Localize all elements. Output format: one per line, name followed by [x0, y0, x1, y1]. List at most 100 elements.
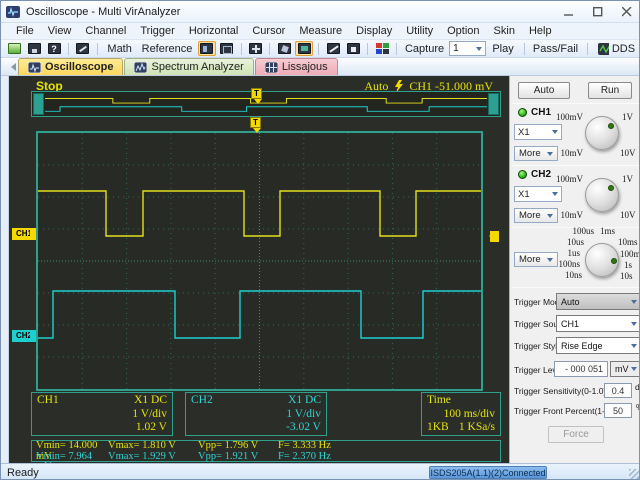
menu-item-display[interactable]: Display — [349, 24, 399, 38]
trigger-level-unit-combobox[interactable]: mV — [610, 361, 639, 377]
ch2-info-name: CH2 — [191, 394, 213, 406]
trigger-time-marker-main[interactable]: T — [250, 117, 261, 133]
preview-ch1-trace — [45, 98, 487, 104]
menu-item-file[interactable]: File — [9, 24, 41, 38]
diagonal-line-icon — [326, 43, 340, 54]
menu-item-trigger[interactable]: Trigger — [133, 24, 181, 38]
trigger-level-field[interactable]: - 000 051 — [554, 361, 608, 377]
left-splitter[interactable] — [1, 76, 9, 463]
ch1-led-icon[interactable] — [518, 108, 527, 117]
menu-item-view[interactable]: View — [41, 24, 79, 38]
menubar: File View Channel Trigger Horizontal Cursor Me… — [1, 23, 639, 40]
menu-item-option[interactable]: Option — [440, 24, 486, 38]
capture-label: Capture — [404, 42, 445, 55]
stop-draw-button[interactable] — [344, 41, 362, 56]
knob-indicator-dot — [611, 258, 617, 264]
trigger-front-field[interactable]: 50 — [604, 403, 632, 418]
ch1-volts-knob[interactable] — [585, 116, 619, 150]
tab-spectrum-analyzer[interactable]: Spectrum Analyzer — [124, 58, 254, 75]
tab-scroll-left-button[interactable] — [4, 59, 18, 75]
tools-button[interactable] — [74, 41, 92, 56]
maximize-button[interactable] — [583, 1, 612, 22]
ch2-position-marker[interactable]: CH2 — [12, 330, 36, 342]
trigger-front-label: Trigger Front Percent(1-99) — [514, 406, 618, 416]
ch1-info-name: CH1 — [37, 394, 59, 406]
ch2-more-label: More — [519, 210, 541, 221]
math-button[interactable]: Math — [103, 41, 137, 56]
open-button[interactable] — [5, 41, 23, 56]
waveform-preview-strip[interactable] — [31, 91, 501, 117]
tab-oscilloscope[interactable]: Oscilloscope — [18, 58, 124, 75]
passfail-button[interactable]: Pass/Fail — [529, 41, 581, 56]
timebase-more-label: More — [519, 254, 541, 265]
time-knob-label-1s: 1s — [624, 260, 633, 270]
trigger-sensitivity-field[interactable]: 0.4 — [604, 383, 632, 398]
chevron-down-icon — [631, 321, 637, 329]
minimize-button[interactable] — [554, 1, 583, 22]
trigger-style-combobox[interactable]: Rise Edge — [556, 337, 639, 354]
menu-item-measure[interactable]: Measure — [292, 24, 349, 38]
capture-count-combobox[interactable]: 1 — [449, 41, 486, 56]
preview-left-handle[interactable] — [33, 93, 44, 115]
dds-button[interactable]: DDS — [592, 41, 639, 56]
ch2-more-button[interactable]: More — [514, 208, 558, 223]
ch2-volts-knob[interactable] — [585, 178, 619, 212]
rotate-display-button[interactable] — [275, 41, 293, 56]
auto-button[interactable]: Auto — [518, 82, 570, 99]
time-knob-label-10us: 10us — [566, 237, 584, 247]
chevron-down-icon — [547, 151, 553, 159]
app-window: Oscilloscope - Multi VirAnalyzer File Vie… — [0, 0, 640, 480]
time-info-depth: 1KB — [427, 421, 449, 433]
close-button[interactable] — [612, 1, 639, 22]
chevron-down-icon — [547, 257, 553, 265]
trigger-mode-combobox[interactable]: Auto — [556, 293, 639, 310]
chevron-down-icon — [552, 192, 558, 199]
preview-right-handle[interactable] — [488, 93, 499, 115]
trigger-source-combobox[interactable]: CH1 — [556, 315, 639, 332]
ch2-led-icon[interactable] — [518, 170, 527, 179]
timebase-knob[interactable] — [585, 243, 619, 277]
menu-item-horizontal[interactable]: Horizontal — [182, 24, 246, 38]
menu-item-utility[interactable]: Utility — [399, 24, 440, 38]
menu-item-channel[interactable]: Channel — [78, 24, 133, 38]
help-button[interactable]: ? — [45, 41, 63, 56]
screen-button[interactable] — [295, 41, 314, 56]
ch2-probe-combobox[interactable]: X1 — [514, 186, 562, 202]
help-icon: ? — [47, 43, 61, 54]
statusbar: Ready ISDS205A(1.1)(2)Connected — [1, 463, 639, 479]
trigger-time-marker-preview[interactable]: T — [251, 88, 262, 104]
menu-item-cursor[interactable]: Cursor — [245, 24, 292, 38]
split-view-button[interactable] — [197, 41, 216, 56]
preview-ch2-trace — [45, 106, 487, 112]
color-button[interactable] — [373, 41, 391, 56]
tab-lissajous[interactable]: Lissajous — [254, 58, 338, 75]
trigger-style-value: Rise Edge — [561, 340, 603, 351]
ch2-knob-label-1v: 1V — [622, 174, 633, 184]
move-button[interactable] — [246, 41, 264, 56]
waveform-display — [38, 133, 481, 389]
time-knob-label-10s: 10s — [620, 271, 633, 281]
play-button[interactable]: Play — [488, 41, 519, 56]
run-button[interactable]: Run — [588, 82, 632, 99]
resize-grip[interactable] — [629, 469, 639, 479]
force-button[interactable]: Force — [548, 426, 604, 443]
ch1-position-marker[interactable]: CH1 — [12, 228, 36, 240]
menu-item-help[interactable]: Help — [522, 24, 559, 38]
chevron-down-icon — [547, 213, 553, 221]
ch1-probe-combobox[interactable]: X1 — [514, 124, 562, 140]
save-button[interactable] — [25, 41, 43, 56]
trigger-front-unit: % — [636, 402, 639, 412]
draw-line-button[interactable] — [324, 41, 342, 56]
ch1-more-button[interactable]: More — [514, 146, 558, 161]
trigger-level-marker[interactable] — [489, 231, 499, 242]
dds-wave-icon — [598, 42, 609, 55]
chevron-down-icon — [631, 299, 637, 307]
window-view-button[interactable] — [218, 41, 236, 56]
ch2-knob-label-10v: 10V — [620, 210, 636, 220]
menu-item-skin[interactable]: Skin — [487, 24, 522, 38]
main-plot[interactable] — [36, 131, 483, 391]
screen-icon — [297, 43, 311, 54]
rgb-color-icon — [375, 43, 389, 54]
timebase-more-button[interactable]: More — [514, 252, 558, 267]
reference-button[interactable]: Reference — [138, 41, 195, 56]
